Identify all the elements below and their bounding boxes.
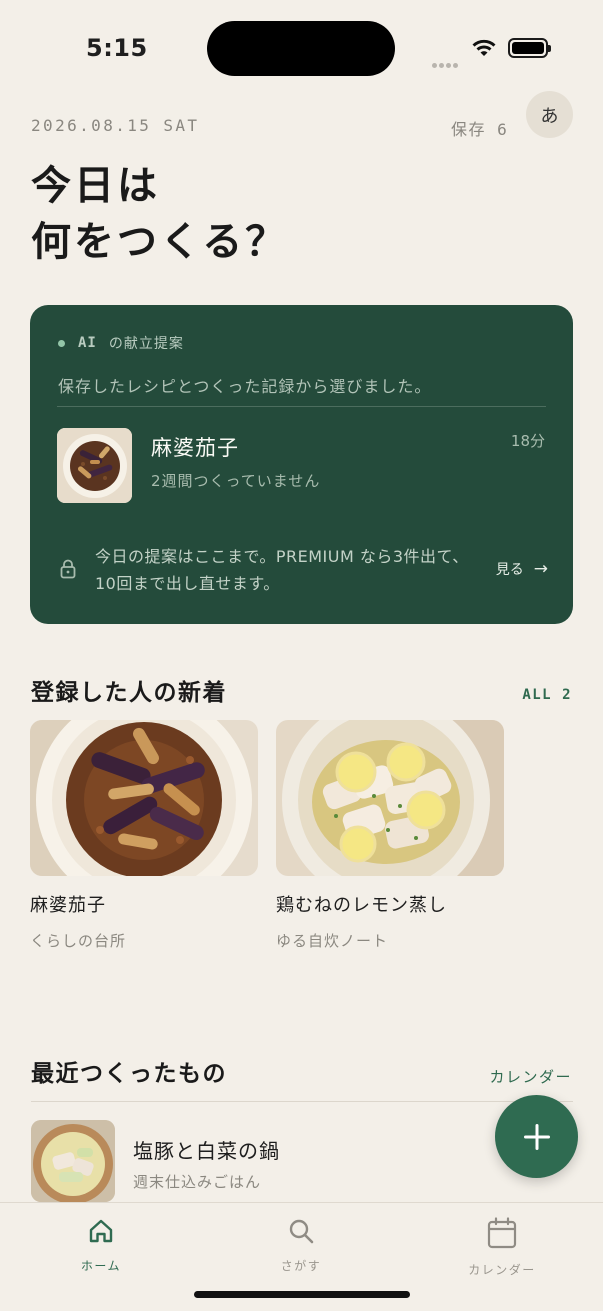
ai-tag-label: の献立提案 [108,336,184,352]
view-all-count: 2 [562,687,572,703]
ai-recipe-thumbnail[interactable] [57,428,132,503]
dynamic-island [207,21,395,76]
page-title: 今日は 何をつくる？ [31,158,288,270]
date-label: 2026.08.15 SAT [31,116,200,135]
lock-icon [60,559,76,579]
headline-line-2: 何をつくる？ [31,218,289,265]
tab-home-label: ホーム [80,1259,122,1273]
recent-item-title[interactable]: 塩豚と白菜の鍋 [133,1135,280,1164]
recipe-title[interactable]: 鶏むねのレモン蒸し [276,891,504,917]
view-all-label: ALL [522,687,553,703]
ai-tag: AI の献立提案 [58,333,184,353]
recipe-card[interactable]: 鶏むねのレモン蒸し ゆる自炊ノート [276,720,504,951]
search-icon [289,1219,314,1244]
ai-recipe-duration: 18分 [510,432,545,450]
tab-calendar-label: カレンダー [468,1263,536,1277]
premium-upsell-text: 今日の提案はここまで。PREMIUM なら3件出て、10回まで出し直せます。 [95,547,469,593]
plus-icon [523,1123,550,1150]
recipe-image[interactable] [276,720,504,876]
view-all-link[interactable]: ALL 2 [522,687,572,703]
battery-icon [508,38,551,58]
status-bar: 5:15 [0,0,603,90]
recipe-image[interactable] [30,720,258,876]
tab-search-label: さがす [280,1259,322,1273]
home-icon [89,1219,113,1243]
arrow-right-icon: → [533,559,548,579]
saved-number: 6 [497,120,509,139]
recipe-author[interactable]: ゆる自炊ノート [276,930,504,951]
calendar-link[interactable]: カレンダー [489,1066,572,1087]
tab-home[interactable]: ホーム [41,1217,161,1274]
recent-item-author[interactable]: 週末仕込みごはん [133,1171,261,1192]
divider [31,1101,573,1102]
wifi-icon [472,39,496,56]
ai-description: 保存したレシピとつくった記録から選びました。 [58,377,432,396]
ai-tag-prefix: AI [78,335,97,351]
section-title-new: 登録した人の新着 [31,679,227,706]
ai-dot-icon [58,339,65,347]
saved-count[interactable]: 保存 6 [451,116,508,140]
recent-item-thumbnail[interactable] [31,1120,115,1202]
status-time: 5:15 [86,34,148,62]
recipe-title[interactable]: 麻婆茄子 [30,891,258,917]
home-indicator [194,1291,410,1298]
signal-icon [432,53,462,68]
avatar[interactable]: あ [526,91,573,138]
ai-recipe-name[interactable]: 麻婆茄子 [151,432,239,462]
recipe-author[interactable]: くらしの台所 [30,930,258,951]
tab-calendar[interactable]: カレンダー [442,1217,562,1278]
divider [57,406,546,407]
saved-label: 保存 [451,120,487,139]
section-title-recent: 最近つくったもの [31,1060,227,1087]
add-button[interactable] [495,1095,578,1178]
headline-line-1: 今日は [31,162,160,209]
tab-search[interactable]: さがす [241,1217,361,1274]
see-more-label: 見る [495,562,524,578]
calendar-icon [487,1217,517,1249]
ai-suggestion-card[interactable]: AI の献立提案 保存したレシピとつくった記録から選びました。 麻婆茄子 2週間… [30,305,573,624]
see-more-button[interactable]: 見る → [496,559,548,579]
recipe-card[interactable]: 麻婆茄子 くらしの台所 [30,720,258,951]
ai-recipe-note: 2週間つくっていません [151,472,321,490]
